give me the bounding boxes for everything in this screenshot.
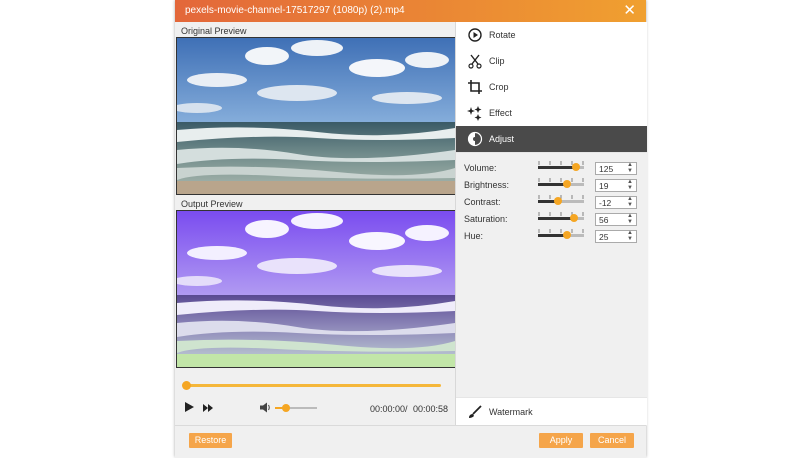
brightness-value: 19 bbox=[599, 181, 609, 191]
volume-slider[interactable] bbox=[538, 161, 584, 173]
brightness-spinbox[interactable]: 19 ▲ ▼ bbox=[595, 179, 637, 192]
hue-slider-ticks bbox=[538, 229, 584, 233]
contrast-spinbox[interactable]: -12 ▲ ▼ bbox=[595, 196, 637, 209]
speaker-icon[interactable] bbox=[260, 402, 272, 413]
saturation-slider-fill bbox=[538, 217, 574, 220]
contrast-value: -12 bbox=[599, 198, 612, 208]
tools-panel: Rotate Clip Crop Effect Adjust Volume: 1… bbox=[455, 22, 647, 426]
hue-label: Hue: bbox=[464, 231, 484, 241]
cancel-button[interactable]: Cancel bbox=[590, 433, 634, 448]
tool-effect-label: Effect bbox=[489, 108, 512, 118]
tool-rotate-label: Rotate bbox=[489, 30, 516, 40]
hue-spinbox[interactable]: 25 ▲ ▼ bbox=[595, 230, 637, 243]
spin-arrows-icon[interactable]: ▲ ▼ bbox=[627, 230, 633, 242]
close-icon[interactable]: ✕ bbox=[623, 3, 636, 18]
spin-arrows-icon[interactable]: ▲ ▼ bbox=[627, 213, 633, 225]
seek-bar[interactable] bbox=[185, 384, 441, 387]
crop-icon bbox=[468, 80, 482, 94]
preview-panel: Original Preview Output Preview 00:00:00… bbox=[175, 22, 456, 425]
volume-spinbox[interactable]: 125 ▲ ▼ bbox=[595, 162, 637, 175]
volume-label: Volume: bbox=[464, 163, 497, 173]
time-separator: / bbox=[405, 404, 408, 414]
tool-watermark[interactable]: Watermark bbox=[456, 397, 647, 426]
original-preview-label: Original Preview bbox=[181, 26, 247, 36]
original-preview-video bbox=[176, 37, 456, 195]
sparkle-icon bbox=[467, 106, 482, 121]
fast-forward-icon[interactable] bbox=[203, 404, 213, 412]
tool-crop-label: Crop bbox=[489, 82, 509, 92]
total-time: 00:00:58 bbox=[413, 404, 449, 414]
volume-slider-fill bbox=[538, 166, 576, 169]
saturation-slider[interactable] bbox=[538, 212, 584, 224]
title-bar: pexels-movie-channel-17517297 (1080p) (2… bbox=[175, 0, 646, 22]
tool-adjust-label: Adjust bbox=[489, 134, 515, 144]
play-icon[interactable] bbox=[185, 402, 194, 412]
window-title: pexels-movie-channel-17517297 (1080p) (2… bbox=[185, 5, 405, 16]
seek-handle[interactable] bbox=[182, 381, 191, 390]
apply-button[interactable]: Apply bbox=[539, 433, 583, 448]
tool-crop[interactable]: Crop bbox=[456, 74, 647, 101]
current-time: 00:00:00 bbox=[370, 404, 406, 414]
spin-arrows-icon[interactable]: ▲ ▼ bbox=[627, 196, 633, 208]
spin-arrows-icon[interactable]: ▲ ▼ bbox=[627, 179, 633, 191]
volume-handle[interactable] bbox=[282, 404, 290, 412]
saturation-slider-handle[interactable] bbox=[570, 214, 578, 222]
brush-icon bbox=[469, 405, 482, 418]
brightness-slider-ticks bbox=[538, 178, 584, 182]
adjust-icon bbox=[467, 131, 483, 147]
brightness-slider-handle[interactable] bbox=[563, 180, 571, 188]
hue-slider-handle[interactable] bbox=[563, 231, 571, 239]
volume-slider-handle[interactable] bbox=[572, 163, 580, 171]
hue-slider[interactable] bbox=[538, 229, 584, 241]
brightness-label: Brightness: bbox=[464, 180, 510, 190]
contrast-label: Contrast: bbox=[464, 197, 501, 207]
tool-clip-label: Clip bbox=[489, 56, 505, 66]
brightness-slider[interactable] bbox=[538, 178, 584, 190]
rotate-icon bbox=[468, 28, 482, 42]
scissors-icon bbox=[468, 54, 482, 69]
tool-adjust[interactable]: Adjust bbox=[456, 126, 647, 153]
output-preview-video bbox=[176, 210, 456, 368]
tool-watermark-label: Watermark bbox=[489, 407, 533, 417]
tool-rotate[interactable]: Rotate bbox=[456, 22, 647, 49]
tool-effect[interactable]: Effect bbox=[456, 100, 647, 127]
hue-value: 25 bbox=[599, 232, 609, 242]
contrast-slider-handle[interactable] bbox=[554, 197, 562, 205]
tool-clip[interactable]: Clip bbox=[456, 48, 647, 75]
contrast-slider[interactable] bbox=[538, 195, 584, 207]
restore-button[interactable]: Restore bbox=[189, 433, 232, 448]
dialog-footer: Restore Apply Cancel bbox=[175, 425, 646, 458]
saturation-label: Saturation: bbox=[464, 214, 508, 224]
saturation-value: 56 bbox=[599, 215, 609, 225]
saturation-spinbox[interactable]: 56 ▲ ▼ bbox=[595, 213, 637, 226]
volume-value: 125 bbox=[599, 164, 614, 174]
adjust-dialog: pexels-movie-channel-17517297 (1080p) (2… bbox=[175, 0, 647, 458]
output-preview-label: Output Preview bbox=[181, 199, 243, 209]
spin-arrows-icon[interactable]: ▲ ▼ bbox=[627, 162, 633, 174]
